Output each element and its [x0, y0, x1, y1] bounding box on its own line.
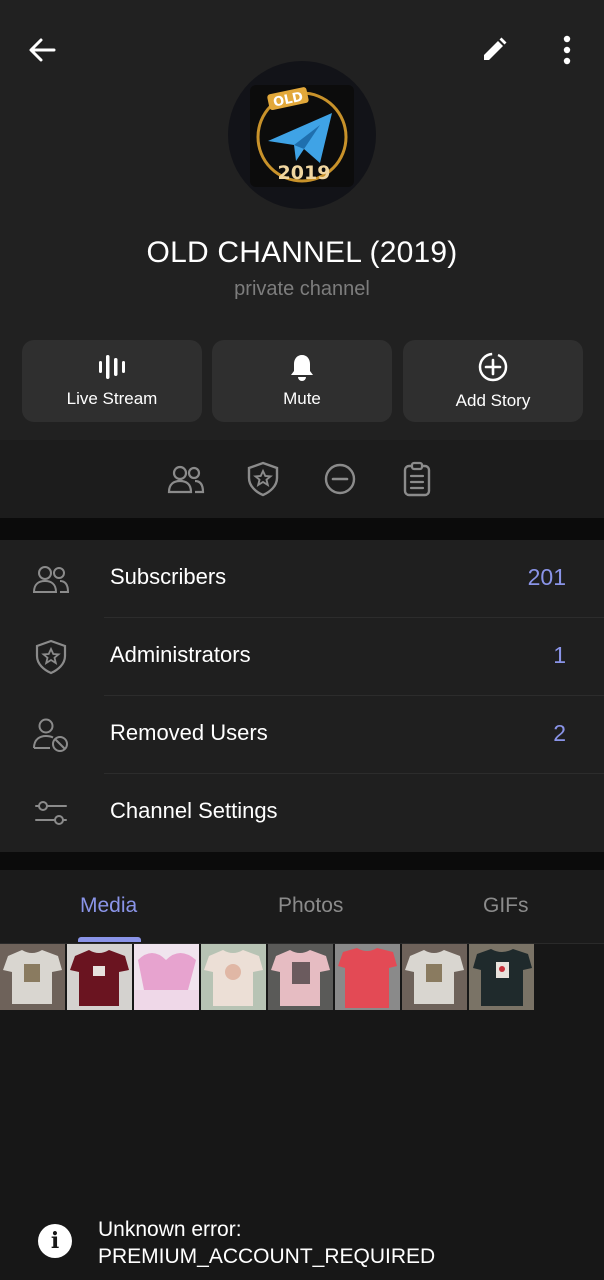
- removed-users-label: Removed Users: [110, 720, 268, 745]
- media-thumbnail[interactable]: [402, 944, 467, 1010]
- subscribers-count: 201: [527, 564, 566, 590]
- media-thumbnail[interactable]: [469, 944, 534, 1010]
- subscribers-label: Subscribers: [110, 564, 227, 589]
- members-shortcut[interactable]: [166, 459, 206, 499]
- live-stream-icon: [99, 355, 125, 379]
- media-thumbnail[interactable]: [335, 944, 400, 1010]
- sliders-icon: [35, 801, 67, 825]
- quick-icon-bar: [0, 440, 604, 518]
- media-thumbnail[interactable]: [67, 944, 132, 1010]
- channel-logo: OLD 2019: [250, 85, 354, 187]
- channel-settings-label: Channel Settings: [110, 798, 278, 823]
- add-story-button[interactable]: Add Story: [403, 340, 583, 422]
- more-vertical-icon: [563, 35, 571, 65]
- subscribers-row[interactable]: Subscribers 201: [0, 540, 604, 618]
- bell-icon: [291, 355, 313, 381]
- admins-shortcut[interactable]: [243, 459, 283, 499]
- error-line-1: Unknown error:: [98, 1218, 242, 1241]
- avatar-year-text: 2019: [278, 162, 331, 184]
- media-thumbnail[interactable]: [201, 944, 266, 1010]
- tab-media[interactable]: Media: [80, 894, 137, 918]
- media-grid: [0, 944, 604, 1010]
- edit-button[interactable]: [470, 26, 518, 74]
- active-tab-indicator: [78, 937, 141, 942]
- tab-photos[interactable]: Photos: [278, 894, 343, 918]
- media-thumbnail[interactable]: [268, 944, 333, 1010]
- administrators-row[interactable]: Administrators 1: [0, 618, 604, 696]
- mute-label: Mute: [283, 389, 321, 408]
- back-button[interactable]: [18, 26, 66, 74]
- mute-button[interactable]: Mute: [212, 340, 392, 422]
- channel-info-list: Subscribers 201 Administrators 1 Removed…: [0, 540, 604, 852]
- channel-subtitle: private channel: [234, 278, 370, 300]
- add-story-label: Add Story: [455, 391, 531, 410]
- shield-star-icon: [247, 461, 279, 497]
- shield-star-icon: [35, 639, 67, 675]
- section-divider: [0, 852, 604, 870]
- info-icon: i: [38, 1224, 72, 1258]
- section-divider: [0, 518, 604, 540]
- removed-users-row[interactable]: Removed Users 2: [0, 696, 604, 774]
- add-story-icon: [478, 352, 508, 382]
- media-thumbnail[interactable]: [0, 944, 65, 1010]
- removed-users-count: 2: [553, 720, 566, 746]
- media-thumbnail[interactable]: [134, 944, 199, 1010]
- media-tabs: Media Photos GIFs: [0, 870, 604, 944]
- log-shortcut[interactable]: [397, 459, 437, 499]
- error-toast: i Unknown error: PREMIUM_ACCOUNT_REQUIRE…: [0, 1210, 604, 1280]
- channel-settings-row[interactable]: Channel Settings: [0, 774, 604, 852]
- people-icon: [32, 566, 70, 593]
- administrators-count: 1: [553, 642, 566, 668]
- more-button[interactable]: [543, 26, 591, 74]
- removed-shortcut[interactable]: [320, 459, 360, 499]
- user-blocked-icon: [33, 718, 68, 752]
- channel-avatar[interactable]: OLD 2019: [228, 61, 376, 209]
- channel-title: OLD CHANNEL (2019): [146, 236, 458, 269]
- pencil-icon: [484, 37, 507, 60]
- channel-header: OLD 2019 OLD CHANNEL (2019) private chan…: [0, 0, 604, 440]
- arrow-left-icon: [29, 38, 56, 62]
- live-stream-button[interactable]: Live Stream: [22, 340, 202, 422]
- clipboard-icon: [403, 461, 431, 497]
- live-stream-label: Live Stream: [66, 389, 158, 408]
- administrators-label: Administrators: [110, 642, 251, 667]
- minus-circle-icon: [324, 463, 356, 495]
- error-line-2: PREMIUM_ACCOUNT_REQUIRED: [98, 1245, 436, 1268]
- error-message: Unknown error: PREMIUM_ACCOUNT_REQUIRED: [98, 1216, 435, 1270]
- people-icon: [167, 465, 205, 494]
- tab-gifs[interactable]: GIFs: [483, 894, 529, 918]
